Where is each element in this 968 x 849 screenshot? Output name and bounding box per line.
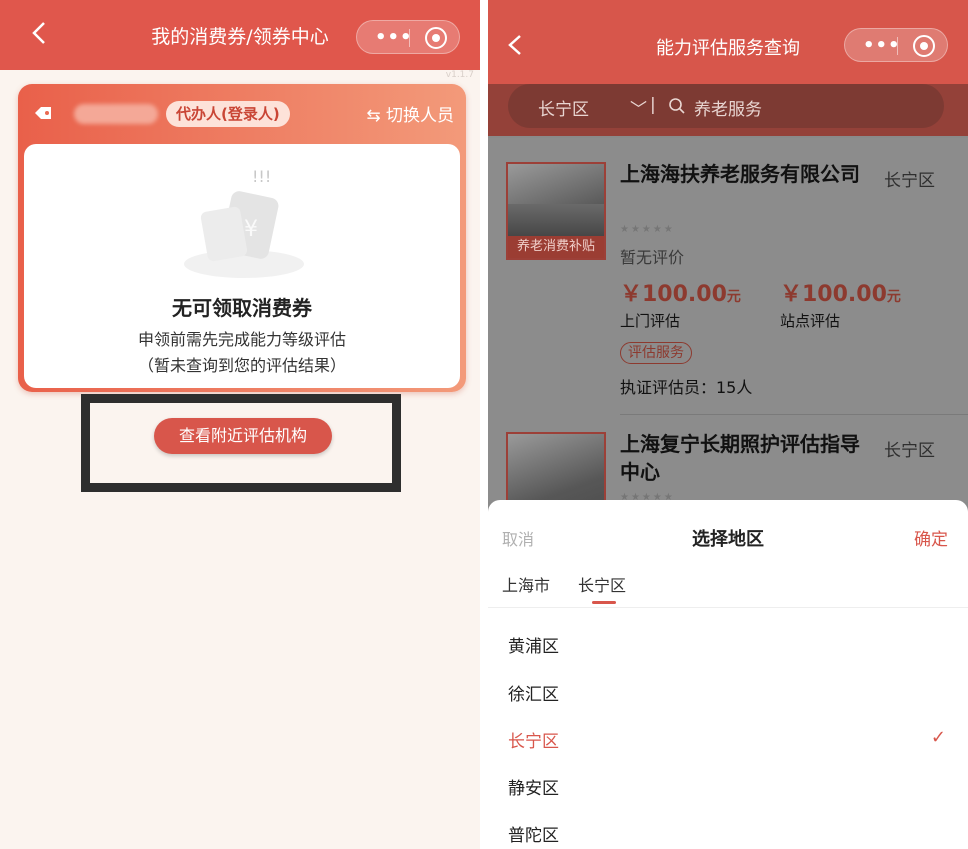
tab-city[interactable]: 上海市 bbox=[502, 572, 550, 596]
nav-bar: 能力评估服务查询 ••• bbox=[488, 0, 968, 84]
tag-icon bbox=[35, 107, 51, 119]
find-nearby-institutions-button[interactable]: 查看附近评估机构 bbox=[154, 418, 332, 454]
more-icon[interactable]: ••• bbox=[863, 35, 901, 56]
service-tag: 评估服务 bbox=[620, 342, 692, 364]
region-option[interactable]: 黄浦区 bbox=[508, 632, 559, 657]
svg-text:¥: ¥ bbox=[244, 217, 258, 242]
search-icon bbox=[669, 98, 685, 114]
region-option-selected[interactable]: 长宁区 bbox=[508, 727, 559, 752]
tab-active-indicator bbox=[592, 601, 616, 604]
empty-state-panel: ¥ !!! 无可领取消费券 申领前需先完成能力等级评估 （暂未查询到您的评估结果… bbox=[24, 144, 460, 388]
svg-text:!!!: !!! bbox=[252, 167, 271, 186]
chevron-down-icon[interactable]: ﹀ bbox=[630, 95, 647, 120]
price-home-visit-label: 上门评估 bbox=[620, 312, 681, 330]
version-text: v1.1.7 bbox=[445, 70, 474, 80]
capsule-divider bbox=[897, 37, 898, 55]
institution-thumbnail[interactable]: 养老消费补贴 bbox=[506, 162, 606, 260]
region-option[interactable]: 普陀区 bbox=[508, 821, 559, 846]
institution-district: 长宁区 bbox=[884, 441, 935, 461]
right-screen: 能力评估服务查询 ••• 长宁区 ﹀ | 养老服务 养老消费补贴 上海海扶养老服… bbox=[488, 0, 968, 849]
list-divider bbox=[620, 414, 968, 415]
price-station: ￥100.00元 bbox=[780, 282, 901, 307]
capsule-divider bbox=[409, 29, 410, 47]
subsidy-label: 养老消费补贴 bbox=[508, 236, 604, 258]
institution-name[interactable]: 上海海扶养老服务有限公司 bbox=[620, 160, 860, 188]
sheet-divider bbox=[488, 607, 968, 608]
institution-list: 养老消费补贴 上海海扶养老服务有限公司 长宁区 ★★★★★ 暂无评价 ￥100.… bbox=[488, 138, 968, 530]
region-option[interactable]: 静安区 bbox=[508, 774, 559, 799]
empty-hint-line1: 申领前需先完成能力等级评估 bbox=[137, 330, 346, 349]
coupon-card: 代办人(登录人) ⇆ 切换人员 ¥ !!! 无可领取消费券 申领前需先完成能力等… bbox=[18, 84, 466, 392]
menu-capsule: ••• bbox=[844, 28, 948, 62]
district-selector[interactable]: 长宁区 bbox=[538, 95, 589, 120]
search-divider: | bbox=[650, 95, 656, 115]
sheet-title: 选择地区 bbox=[692, 529, 764, 550]
tab-district[interactable]: 长宁区 bbox=[578, 572, 626, 596]
rating-text: 暂无评价 bbox=[620, 248, 685, 267]
institution-district: 长宁区 bbox=[884, 171, 935, 191]
agent-badge: 代办人(登录人) bbox=[166, 101, 290, 127]
switch-person-link[interactable]: ⇆ 切换人员 bbox=[366, 101, 454, 126]
confirm-button[interactable]: 确定 bbox=[914, 525, 948, 550]
region-option[interactable]: 徐汇区 bbox=[508, 680, 559, 705]
user-name-blurred bbox=[74, 104, 158, 124]
price-home-visit: ￥100.00元 bbox=[620, 282, 741, 307]
region-picker-sheet: 取消 选择地区 确定 上海市 长宁区 黄浦区 徐汇区 长宁区 ✓ 静安区 普陀区 bbox=[488, 500, 968, 849]
empty-coupon-illustration: ¥ !!! bbox=[184, 167, 304, 278]
search-box[interactable]: 长宁区 ﹀ | 养老服务 bbox=[508, 84, 944, 128]
close-miniprogram-icon[interactable] bbox=[425, 27, 447, 49]
search-input[interactable]: 养老服务 bbox=[694, 95, 762, 120]
rating-stars-icon: ★★★★★ bbox=[620, 224, 675, 235]
institution-name[interactable]: 上海复宁长期照护评估指导中心 bbox=[620, 430, 860, 486]
more-icon[interactable]: ••• bbox=[375, 27, 413, 48]
nav-bar: 我的消费券/领券中心 ••• bbox=[0, 0, 480, 70]
empty-hint-line2: （暂未查询到您的评估结果） bbox=[137, 356, 346, 375]
assessor-count: 执证评估员：15人 bbox=[620, 378, 753, 397]
close-miniprogram-icon[interactable] bbox=[913, 35, 935, 57]
price-station-label: 站点评估 bbox=[780, 312, 841, 330]
check-icon: ✓ bbox=[930, 727, 946, 748]
empty-title: 无可领取消费券 bbox=[172, 296, 312, 320]
left-screen: 我的消费券/领券中心 ••• v1.1.7 代办人(登录人) ⇆ 切换人员 ¥ … bbox=[0, 0, 480, 849]
menu-capsule: ••• bbox=[356, 20, 460, 54]
